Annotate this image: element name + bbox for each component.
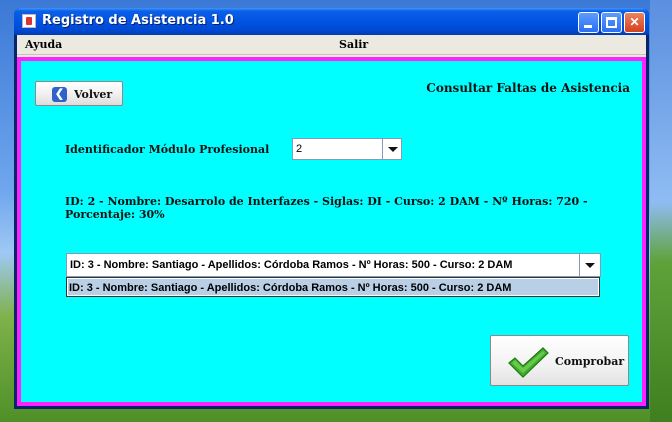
student-select[interactable]: ID: 3 - Nombre: Santiago - Apellidos: Có…	[66, 253, 601, 277]
menu-salir[interactable]: Salir	[339, 38, 368, 51]
main-panel: ❮ Volver Consultar Faltas de Asistencia …	[17, 57, 646, 406]
module-label: Identificador Módulo Profesional	[65, 143, 270, 156]
module-select[interactable]: 2	[292, 138, 402, 160]
checkmark-icon	[508, 347, 549, 378]
module-info: ID: 2 - Nombre: Desarrolo de Interfazes …	[65, 195, 588, 221]
title-bar[interactable]: Registro de Asistencia 1.0 ✕	[14, 8, 649, 35]
menu-ayuda[interactable]: Ayuda	[25, 38, 62, 51]
student-dropdown-list: ID: 3 - Nombre: Santiago - Apellidos: Có…	[66, 277, 600, 297]
arrow-left-icon: ❮	[52, 87, 67, 102]
check-button[interactable]: Comprobar	[490, 335, 629, 386]
back-button-label: Volver	[74, 88, 113, 101]
minimize-button[interactable]	[578, 12, 599, 33]
module-select-value: 2	[296, 143, 303, 155]
window-title: Registro de Asistencia 1.0	[42, 13, 234, 28]
student-select-value: ID: 3 - Nombre: Santiago - Apellidos: Có…	[70, 259, 513, 271]
window-client: Ayuda Salir ❮ Volver Consultar Faltas de…	[17, 35, 646, 406]
chevron-down-icon[interactable]	[382, 139, 401, 159]
app-window: Registro de Asistencia 1.0 ✕ Ayuda Salir…	[14, 8, 649, 409]
app-icon	[22, 14, 36, 28]
back-button[interactable]: ❮ Volver	[35, 81, 123, 106]
page-title: Consultar Faltas de Asistencia	[426, 81, 630, 95]
chevron-down-icon[interactable]	[579, 254, 600, 276]
desktop-background	[650, 0, 672, 422]
student-option[interactable]: ID: 3 - Nombre: Santiago - Apellidos: Có…	[68, 279, 598, 295]
menu-bar: Ayuda Salir	[17, 35, 646, 55]
close-button[interactable]: ✕	[624, 12, 645, 33]
maximize-button[interactable]	[601, 12, 622, 33]
check-button-label: Comprobar	[555, 355, 625, 368]
